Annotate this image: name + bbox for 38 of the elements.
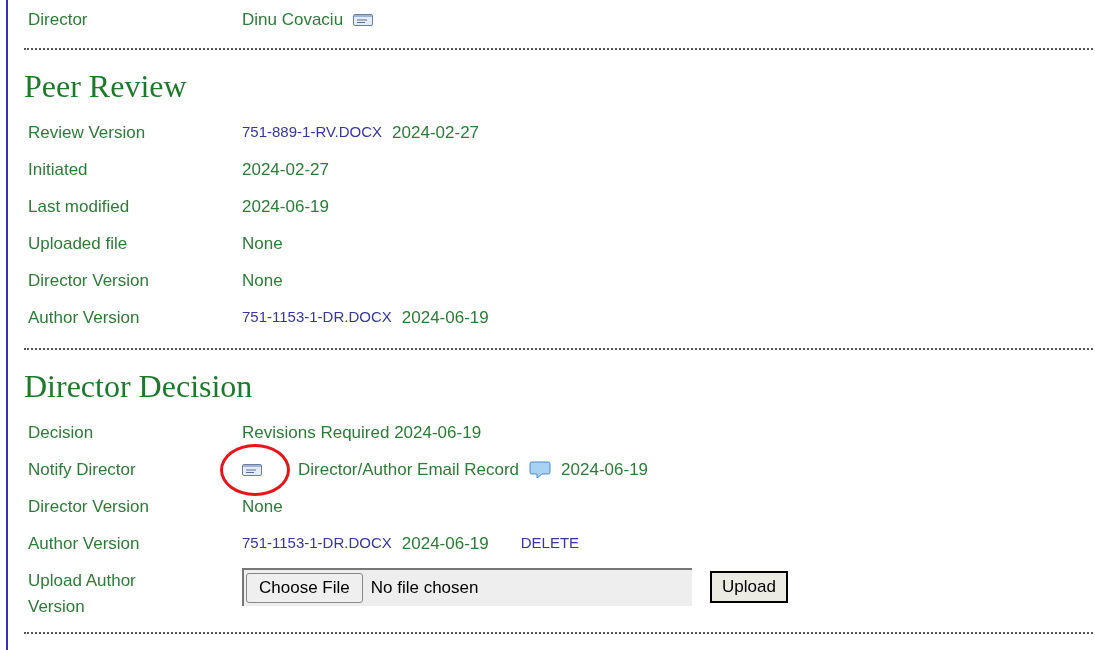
file-link[interactable]: 751-1153-1-DR.DOCX [242,532,392,555]
section-heading: Peer Review [24,67,188,106]
field-label: Initiated [27,158,89,181]
value-text: None [242,269,283,292]
field-label: Review Version [27,121,147,144]
envelope-icon[interactable] [242,463,262,476]
value-text: 2024-02-27 [242,158,329,181]
choose-file-button[interactable]: Choose File [246,573,363,603]
field-label: Director Version [27,269,150,292]
value-text: None [242,232,283,255]
upload-button[interactable]: Upload [710,571,788,603]
field-label: Uploaded file [27,232,129,255]
envelope-icon[interactable] [353,14,374,26]
annotation-circle [220,444,290,496]
section-heading: Director Decision [24,367,254,406]
delete-link[interactable]: DELETE [520,532,580,555]
field-label: Director Version [27,495,150,518]
value-text: 2024-06-19 [242,195,329,218]
field-label: Author Version [27,532,141,555]
value-text: Dinu Covaciu [242,9,344,32]
value-text: 2024-06-19 [401,306,489,329]
speech-bubble-icon[interactable] [529,460,552,479]
email-record-link[interactable]: Director/Author Email Record [298,456,520,483]
file-status-text: No file chosen [370,577,479,600]
value-text: 2024-06-19 [401,532,489,555]
value-text: 2024-02-27 [392,121,480,144]
value-text: 2024-06-19 [561,458,649,481]
field-label: Upload Author Version [27,570,137,618]
field-label: Last modified [27,195,131,218]
field-label: Director [27,9,89,31]
value-text: None [242,495,283,518]
field-label: Decision [27,421,95,444]
value-text: Revisions Required 2024-06-19 [242,421,482,444]
file-link[interactable]: 751-889-1-RV.DOCX [242,121,383,144]
file-input[interactable]: Choose File No file chosen [242,568,692,606]
file-link[interactable]: 751-1153-1-DR.DOCX [242,306,392,329]
field-label: Notify Director [27,458,137,481]
field-label: Author Version [27,306,141,329]
